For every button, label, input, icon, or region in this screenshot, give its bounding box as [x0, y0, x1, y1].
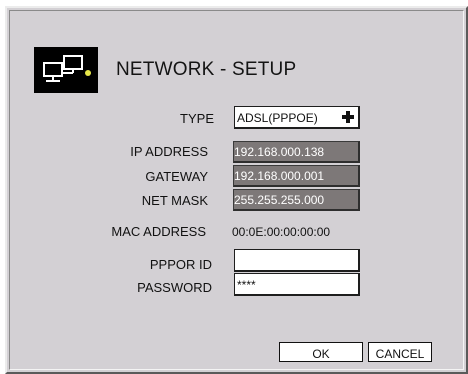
network-computers-icon	[34, 47, 98, 93]
net-mask-label: NET MASK	[141, 193, 208, 208]
type-select-value: ADSL(PPPOE)	[237, 111, 318, 125]
type-select[interactable]: ADSL(PPPOE)	[234, 106, 360, 129]
gateway-label: GATEWAY	[145, 169, 208, 184]
ok-button[interactable]: OK	[279, 342, 363, 362]
ip-address-field[interactable]: 192.168.000.138	[233, 141, 360, 163]
mac-address-label: MAC ADDRESS	[111, 224, 206, 239]
plus-arrow-icon[interactable]	[342, 111, 354, 123]
cancel-button[interactable]: CANCEL	[368, 342, 432, 362]
net-mask-field[interactable]: 255.255.255.000	[233, 189, 360, 211]
dialog-title: NETWORK - SETUP	[116, 59, 297, 80]
gateway-field[interactable]: 192.168.000.001	[233, 165, 360, 187]
pppoe-id-label: PPPOR ID	[149, 257, 212, 272]
pppoe-id-input[interactable]	[234, 249, 360, 272]
type-label: TYPE	[180, 111, 214, 126]
mac-address-value: 00:0E:00:00:00:00	[232, 225, 331, 239]
password-label: PASSWORD	[137, 280, 212, 295]
ip-address-label: IP ADDRESS	[130, 144, 208, 159]
password-input[interactable]: ****	[234, 273, 360, 296]
